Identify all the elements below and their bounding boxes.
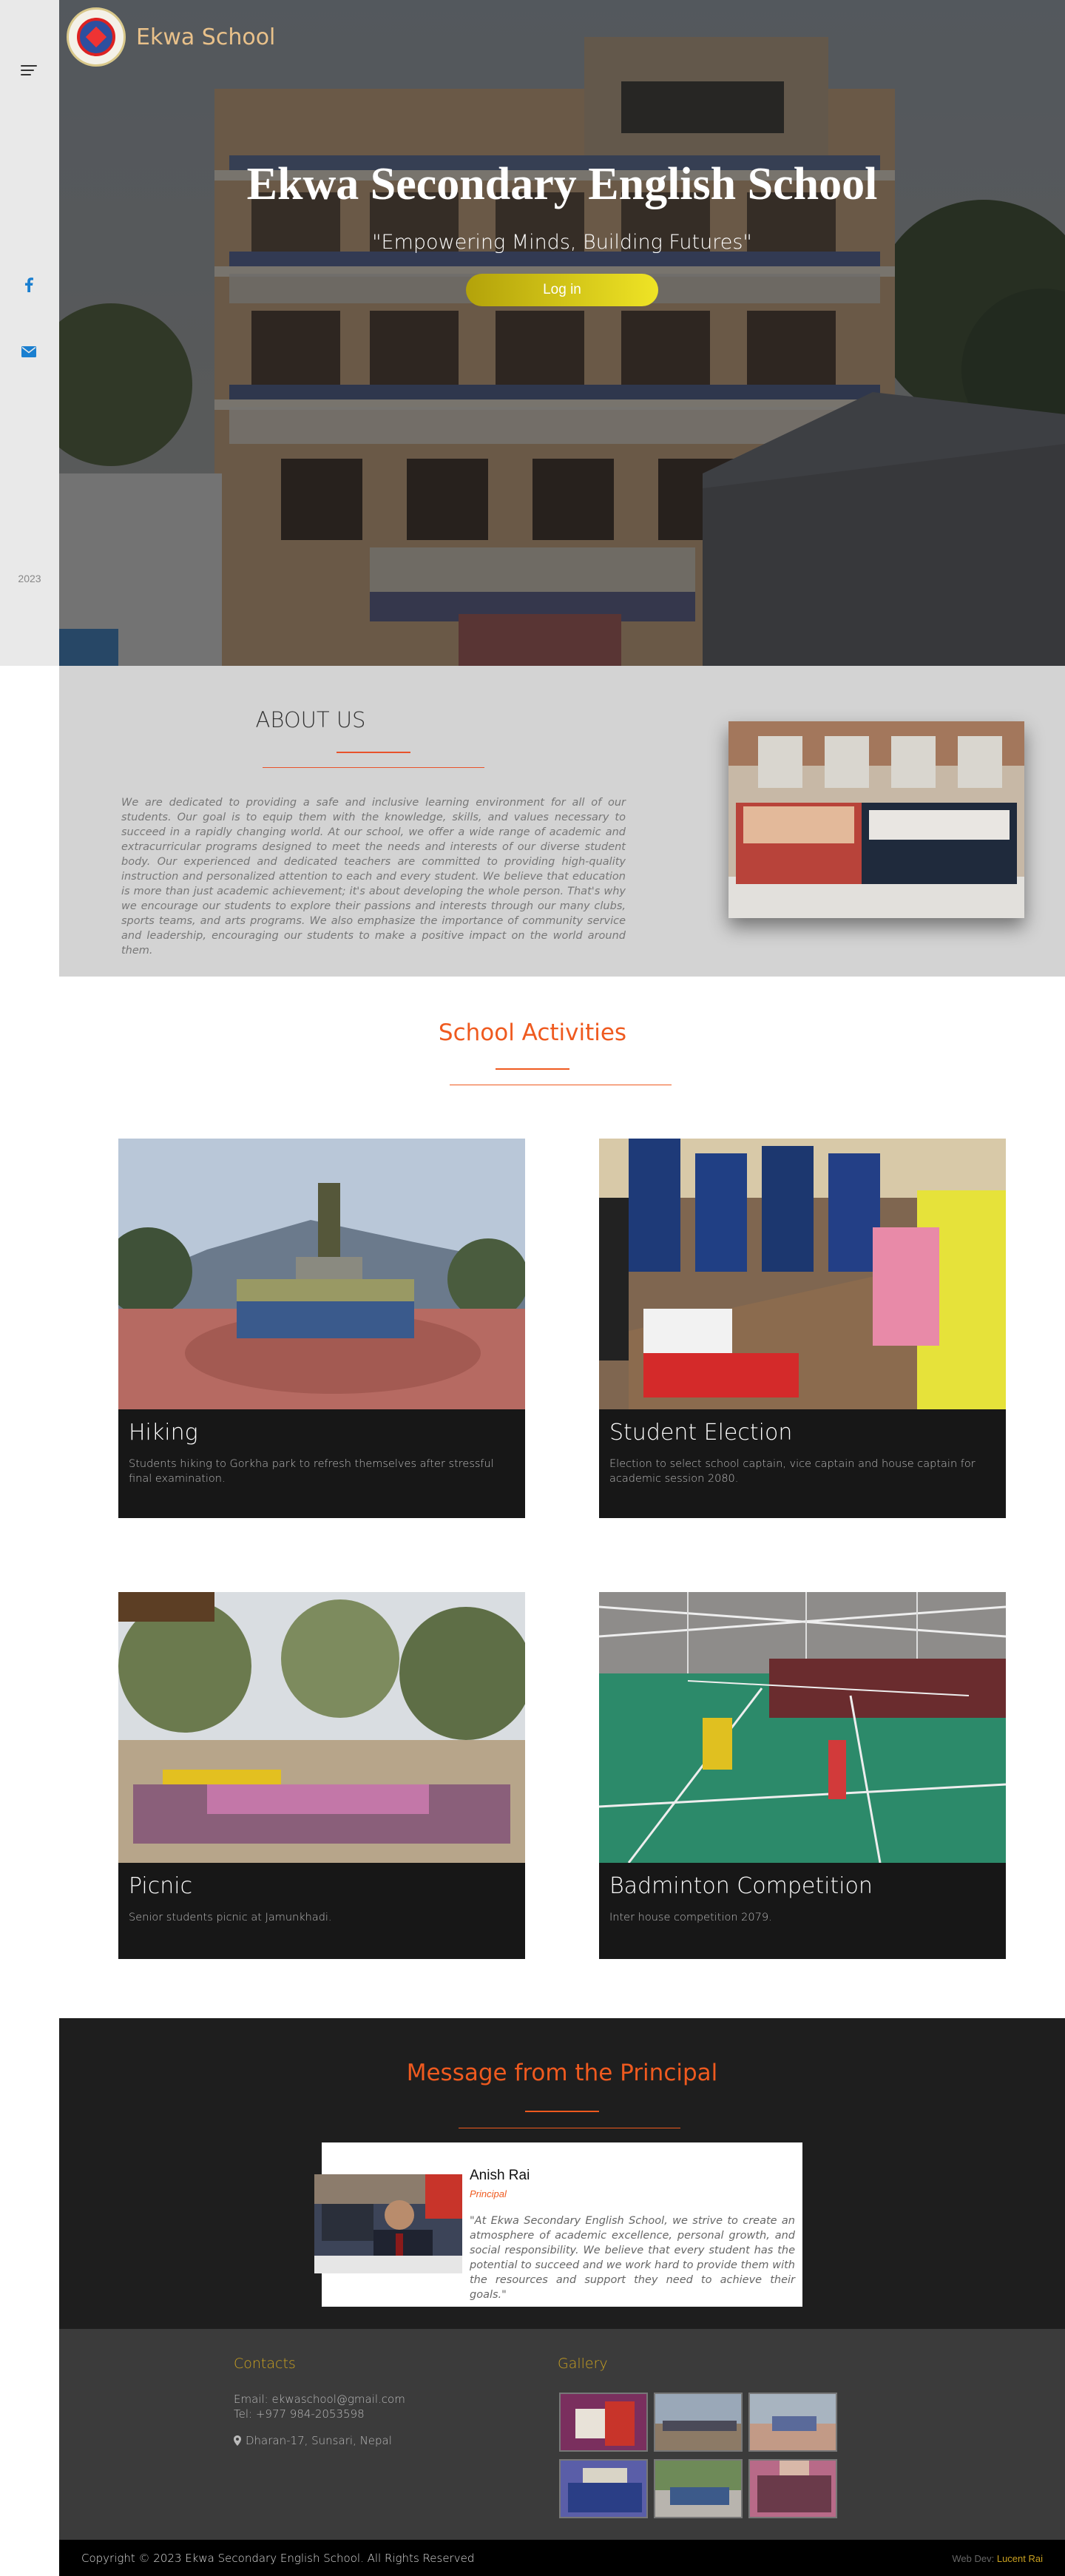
about-text: We are dedicated to providing a safe and… [121,797,626,957]
dev-credit: Web Dev: Lucent Rai [952,2553,1043,2564]
principal-divider-short [525,2111,599,2112]
card-desc: Election to select school captain, vice … [609,1458,976,1485]
about-title: ABOUT US [255,707,366,732]
activity-card-picnic: Picnic Senior students picnic at Jamunkh… [118,1592,525,1959]
activities-divider-short [496,1068,569,1070]
election-photo [599,1139,1006,1409]
gallery-heading: Gallery [558,2356,608,2372]
map-marker-icon [234,2435,241,2446]
principal-card: Anish Rai Principal "At Ekwa Secondary E… [314,2142,802,2307]
year-label: 2023 [18,573,41,584]
hero-overlay [59,0,1065,666]
card-title: Hiking [129,1420,198,1446]
activity-card-badminton: Badminton Competition Inter house compet… [599,1592,1006,1959]
principal-photo [314,2174,462,2273]
principal-section-title: Message from the Principal [406,2060,718,2086]
gallery-thumb[interactable] [559,2459,648,2518]
card-desc: Students hiking to Gorkha park to refres… [129,1458,494,1485]
principal-quote: "At Ekwa Secondary English School, we st… [470,2215,795,2301]
dev-link[interactable]: Lucent Rai [997,2553,1043,2564]
card-desc: Inter house competition 2079. [609,1912,772,1923]
hero-section: Ekwa Secondary English School "Empowerin… [59,0,1065,666]
menu-icon[interactable] [21,65,37,77]
about-divider-short [337,752,410,753]
login-button[interactable]: Log in [466,274,658,306]
hero-title: Ekwa Secondary English School [246,159,878,209]
gallery-thumb[interactable] [748,2393,837,2452]
badminton-photo [599,1592,1006,1863]
gallery-thumb[interactable] [654,2459,743,2518]
contact-email[interactable]: Email: ekwaschool@gmail.com [234,2393,405,2406]
hiking-photo [118,1139,525,1409]
contacts-heading: Contacts [234,2356,296,2372]
card-desc: Senior students picnic at Jamunkhadi. [129,1912,332,1923]
card-title: Picnic [129,1873,193,1899]
dev-label: Web Dev: [952,2553,995,2564]
about-photo [728,721,1024,918]
principal-role: Principal [470,2188,507,2199]
gallery-thumb[interactable] [748,2459,837,2518]
principal-name: Anish Rai [470,2168,530,2183]
brand[interactable]: Ekwa School [67,7,275,67]
card-title: Badminton Competition [609,1873,873,1899]
footer: Contacts Email: ekwaschool@gmail.com Tel… [59,2329,1065,2540]
mail-icon[interactable] [18,340,40,363]
address-text: Dharan-17, Sunsari, Nepal [246,2434,392,2447]
copyright: Copyright © 2023 Ekwa Secondary English … [81,2552,475,2565]
about-divider-long [263,767,484,768]
principal-section: Message from the Principal Anish Rai Pri… [59,2018,1065,2329]
gallery-thumb[interactable] [559,2393,648,2452]
activity-card-election: Student Election Election to select scho… [599,1139,1006,1518]
card-title: Student Election [609,1420,793,1446]
activities-title: School Activities [438,1019,627,1046]
bottom-bar: Copyright © 2023 Ekwa Secondary English … [59,2540,1065,2576]
brand-name: Ekwa School [136,24,276,50]
facebook-icon[interactable] [18,274,40,296]
hero-tagline: "Empowering Minds, Building Futures" [372,231,752,254]
about-section: ABOUT US We are dedicated to providing a… [59,666,1065,977]
contact-address: Dharan-17, Sunsari, Nepal [234,2434,392,2447]
sidebar: 2023 [0,0,59,666]
gallery-thumb[interactable] [654,2393,743,2452]
picnic-photo [118,1592,525,1863]
activity-card-hiking: Hiking Students hiking to Gorkha park to… [118,1139,525,1518]
contact-tel[interactable]: Tel: +977 984-2053598 [234,2407,365,2421]
school-logo [67,7,126,67]
